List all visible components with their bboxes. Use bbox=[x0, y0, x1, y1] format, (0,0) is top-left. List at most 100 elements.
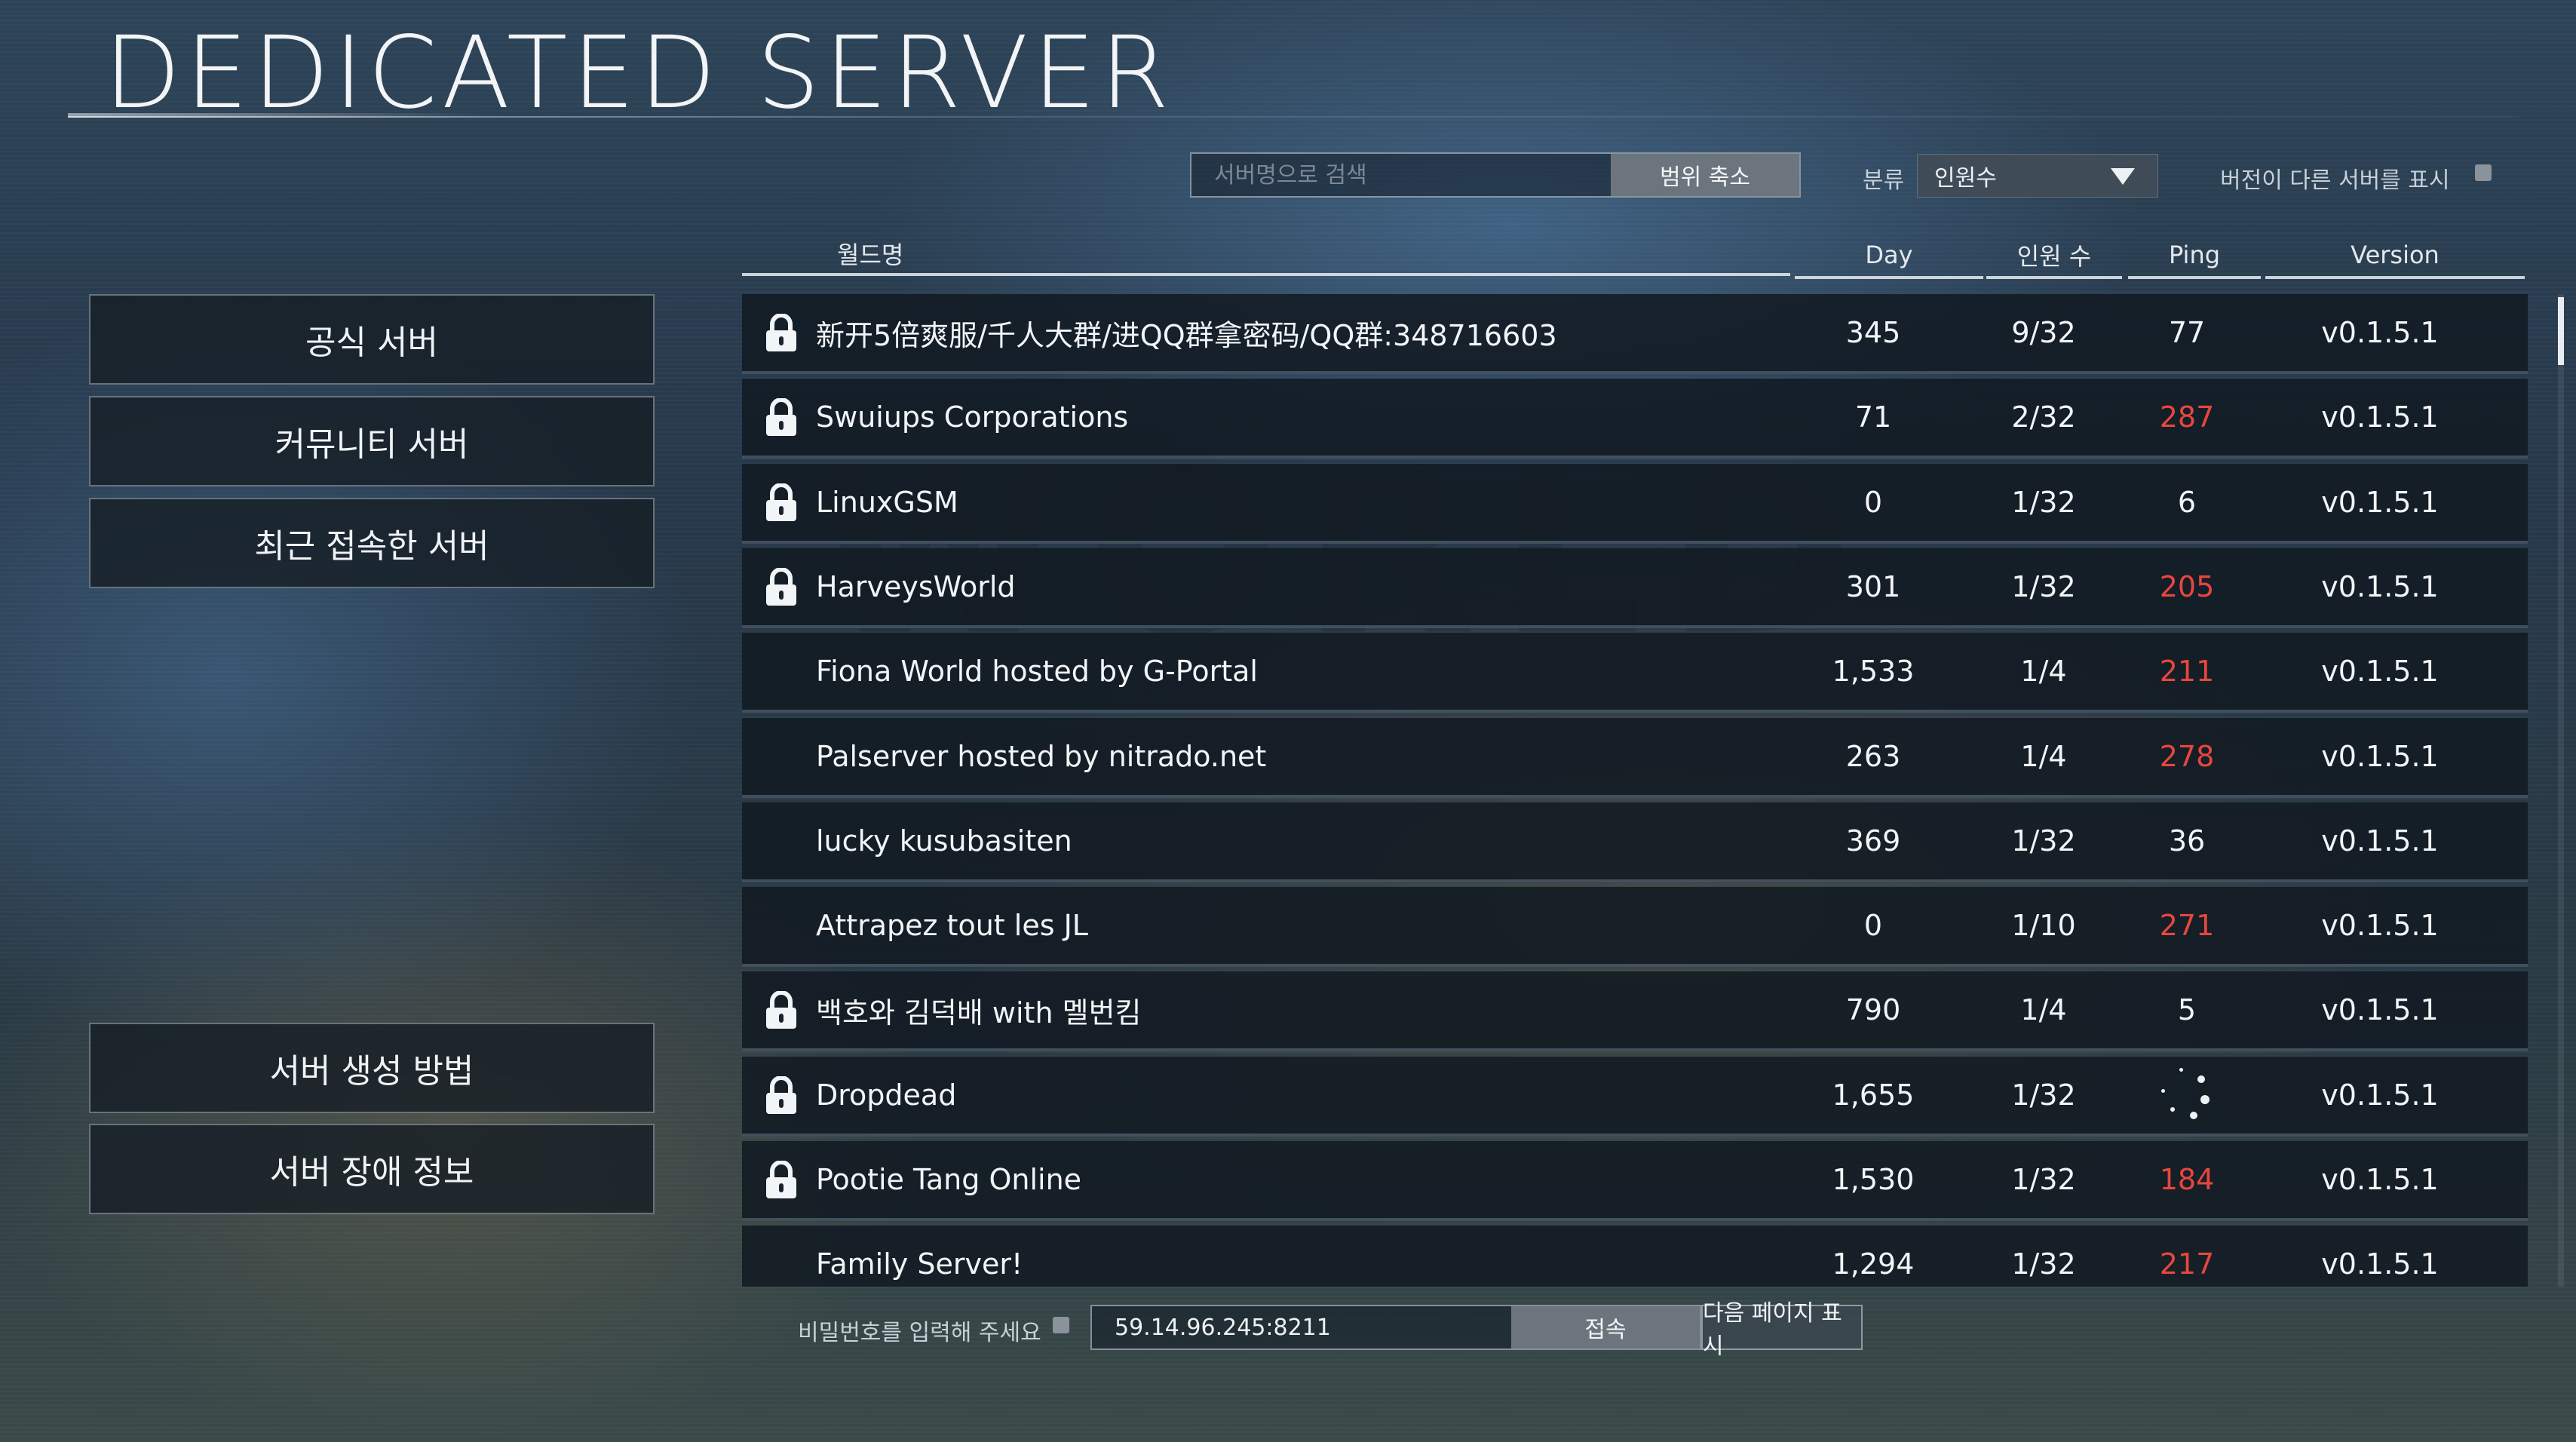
server-name: HarveysWorld bbox=[816, 570, 1016, 603]
server-version: v0.1.5.1 bbox=[2321, 740, 2439, 773]
password-checkbox[interactable] bbox=[1053, 1317, 1069, 1333]
server-version: v0.1.5.1 bbox=[2321, 400, 2439, 434]
server-day: 1,294 bbox=[1832, 1247, 1915, 1281]
server-day: 369 bbox=[1845, 824, 1901, 858]
server-ping: 6 bbox=[2177, 486, 2197, 519]
server-name: Attrapez tout les JL bbox=[816, 909, 1088, 942]
loading-spinner-icon bbox=[2157, 1065, 2217, 1125]
menu-server-outage-info-label: 서버 장애 정보 bbox=[269, 1153, 474, 1192]
server-row[interactable]: Attrapez tout les JL 0 1/10 271 v0.1.5.1 bbox=[742, 887, 2528, 967]
menu-server-outage-info[interactable]: 서버 장애 정보 bbox=[89, 1124, 655, 1214]
server-search-input[interactable] bbox=[1191, 154, 1611, 196]
scrollbar-thumb[interactable] bbox=[2558, 297, 2564, 365]
server-row[interactable]: Fiona World hosted by G-Portal 1,533 1/4 21… bbox=[742, 633, 2528, 713]
server-name: Dropdead bbox=[816, 1078, 957, 1112]
column-header-ping[interactable]: Ping bbox=[2128, 234, 2261, 279]
server-day: 0 bbox=[1863, 909, 1883, 942]
next-page-button[interactable]: 다음 페이지 표시 bbox=[1701, 1300, 1863, 1360]
server-ping: 36 bbox=[2168, 824, 2206, 858]
server-name: Family Server! bbox=[816, 1247, 1023, 1281]
menu-recent-servers-label: 최근 접속한 서버 bbox=[254, 527, 489, 566]
password-label: 비밀번호를 입력해 주세요 bbox=[798, 1320, 1041, 1346]
server-table-header: 월드명 Day 인원 수 Ping Version bbox=[0, 234, 2576, 279]
show-other-version-checkbox[interactable] bbox=[2475, 164, 2492, 181]
server-row[interactable]: Palserver hosted by nitrado.net 263 1/4 278… bbox=[742, 718, 2528, 798]
server-row[interactable]: HarveysWorld 301 1/32 205 v0.1.5.1 bbox=[742, 548, 2528, 628]
server-version: v0.1.5.1 bbox=[2321, 486, 2439, 519]
server-day: 1,533 bbox=[1832, 655, 1915, 688]
menu-official-servers[interactable]: 공식 서버 bbox=[89, 294, 655, 385]
sort-dropdown[interactable]: 인원수 bbox=[1917, 154, 2158, 198]
server-day: 790 bbox=[1845, 993, 1901, 1026]
lock-icon bbox=[765, 483, 798, 523]
server-row[interactable]: lucky kusubasiten 369 1/32 36 v0.1.5.1 bbox=[742, 802, 2528, 882]
server-version: v0.1.5.1 bbox=[2321, 1163, 2439, 1196]
server-list-scrollbar[interactable] bbox=[2558, 294, 2564, 1287]
server-version: v0.1.5.1 bbox=[2321, 909, 2439, 942]
server-name: Palserver hosted by nitrado.net bbox=[816, 740, 1267, 773]
server-ping: 287 bbox=[2159, 400, 2215, 434]
menu-recent-servers[interactable]: 최근 접속한 서버 bbox=[89, 498, 655, 588]
server-name: 新开5倍爽服/千人大群/进QQ群拿密码/QQ群:348716603 bbox=[816, 318, 1557, 352]
server-row[interactable]: Dropdead 1,655 1/32 v0.1.5.1 bbox=[742, 1057, 2528, 1137]
server-ping: 211 bbox=[2159, 655, 2215, 688]
server-ping: 184 bbox=[2159, 1163, 2215, 1196]
server-version: v0.1.5.1 bbox=[2321, 655, 2439, 688]
server-row[interactable]: LinuxGSM 0 1/32 6 v0.1.5.1 bbox=[742, 464, 2528, 544]
narrow-search-button[interactable]: 범위 축소 bbox=[1611, 154, 1799, 196]
server-day: 345 bbox=[1845, 316, 1901, 349]
server-name: lucky kusubasiten bbox=[816, 824, 1072, 858]
server-version: v0.1.5.1 bbox=[2321, 824, 2439, 858]
server-name: LinuxGSM bbox=[816, 486, 958, 519]
server-version: v0.1.5.1 bbox=[2321, 1078, 2439, 1112]
server-day: 301 bbox=[1845, 570, 1901, 603]
search-bar: 범위 축소 bbox=[1190, 152, 1801, 198]
server-version: v0.1.5.1 bbox=[2321, 993, 2439, 1026]
column-header-players[interactable]: 인원 수 bbox=[1986, 234, 2122, 279]
server-version: v0.1.5.1 bbox=[2321, 1247, 2439, 1281]
lock-icon bbox=[765, 313, 798, 353]
server-row[interactable]: 新开5倍爽服/千人大群/进QQ群拿密码/QQ群:348716603 345 9/32… bbox=[742, 294, 2528, 374]
server-name: Pootie Tang Online bbox=[816, 1163, 1082, 1196]
menu-how-to-create-server[interactable]: 서버 생성 방법 bbox=[89, 1023, 655, 1113]
server-name: 백호와 김덕배 with 멜번킴 bbox=[816, 996, 1142, 1029]
server-ping: 77 bbox=[2168, 316, 2206, 349]
server-ping bbox=[2089, 1057, 2285, 1134]
column-header-day[interactable]: Day bbox=[1795, 234, 1983, 279]
lock-icon bbox=[765, 990, 798, 1030]
server-address-input[interactable] bbox=[1092, 1306, 1511, 1348]
server-ping: 278 bbox=[2159, 740, 2215, 773]
server-row[interactable]: Family Server! 1,294 1/32 217 v0.1.5.1 bbox=[742, 1226, 2528, 1287]
server-row[interactable]: Pootie Tang Online 1,530 1/32 184 v0.1.5.1 bbox=[742, 1141, 2528, 1221]
server-day: 0 bbox=[1863, 486, 1883, 519]
server-version: v0.1.5.1 bbox=[2321, 570, 2439, 603]
server-ping: 217 bbox=[2159, 1247, 2215, 1281]
server-name: Swuiups Corporations bbox=[816, 400, 1129, 434]
lock-icon bbox=[765, 567, 798, 607]
sort-dropdown-value: 인원수 bbox=[1934, 165, 1997, 192]
server-row[interactable]: 백호와 김덕배 with 멜번킴 790 1/4 5 v0.1.5.1 bbox=[742, 971, 2528, 1051]
server-list: 新开5倍爽服/千人大群/进QQ群拿密码/QQ群:348716603 345 9/32… bbox=[742, 294, 2528, 1287]
server-day: 71 bbox=[1854, 400, 1892, 434]
connect-button[interactable]: 접속 bbox=[1511, 1306, 1700, 1348]
server-day: 1,530 bbox=[1832, 1163, 1915, 1196]
server-day: 263 bbox=[1845, 740, 1901, 773]
triangle-down-icon bbox=[2111, 168, 2135, 185]
column-header-version[interactable]: Version bbox=[2265, 234, 2525, 279]
menu-community-servers[interactable]: 커뮤니티 서버 bbox=[89, 396, 655, 486]
connect-bar: 접속 bbox=[1090, 1305, 1701, 1350]
lock-icon bbox=[765, 1075, 798, 1115]
server-day: 1,655 bbox=[1832, 1078, 1915, 1112]
server-ping: 205 bbox=[2159, 570, 2215, 603]
lock-icon bbox=[765, 1160, 798, 1200]
menu-how-to-create-server-label: 서버 생성 방법 bbox=[269, 1052, 474, 1091]
category-label: 분류 bbox=[1863, 167, 1905, 194]
server-ping: 271 bbox=[2159, 909, 2215, 942]
show-other-version-label: 버전이 다른 서버를 표시 bbox=[2220, 167, 2450, 194]
lock-icon bbox=[765, 397, 798, 437]
title-accent bbox=[68, 113, 490, 118]
column-header-world-name[interactable]: 월드명 bbox=[742, 234, 1790, 276]
server-row[interactable]: Swuiups Corporations 71 2/32 287 v0.1.5.1 bbox=[742, 379, 2528, 459]
menu-community-servers-label: 커뮤니티 서버 bbox=[274, 425, 469, 464]
menu-official-servers-label: 공식 서버 bbox=[305, 324, 438, 362]
